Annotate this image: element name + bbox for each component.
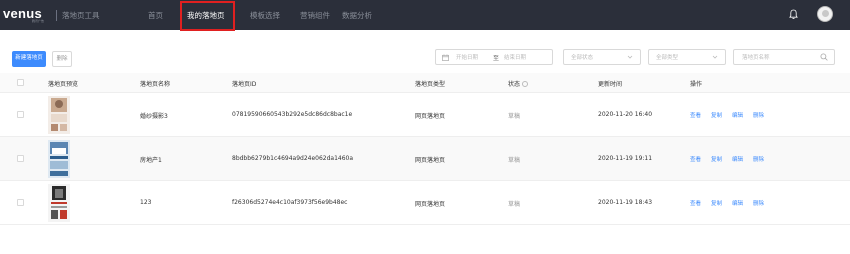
- view-link[interactable]: 查看: [690, 199, 701, 207]
- date-end-input[interactable]: 结束日期: [504, 53, 526, 61]
- landing-page-type: 网页落地页: [415, 201, 446, 208]
- landing-page-thumbnail[interactable]: [48, 140, 70, 178]
- table-row: 房地产1 8bdbb6279b1c4694a9d24e062da1460a 网页…: [0, 137, 850, 181]
- product-name: 落地页工具: [62, 11, 100, 20]
- row-checkbox[interactable]: [17, 155, 24, 162]
- top-navbar: venus 腾讯广告 落地页工具 首页 我的落地页 模板选择 营销组件 数据分析: [0, 0, 850, 30]
- search-icon[interactable]: [820, 53, 828, 61]
- nav-item-marketing-components[interactable]: 营销组件: [300, 10, 330, 21]
- updated-time: 2020-11-20 16:40: [598, 111, 653, 118]
- calendar-icon: [442, 54, 449, 61]
- status-text: 草稿: [508, 113, 521, 120]
- landing-page-name: 婚纱摄影3: [140, 113, 168, 120]
- delete-link[interactable]: 删除: [753, 155, 764, 163]
- landing-page-id: 8bdbb6279b1c4694a9d24e062da1460a: [232, 155, 354, 162]
- logo-divider: [56, 10, 57, 21]
- edit-link[interactable]: 编辑: [732, 155, 743, 163]
- status-text: 草稿: [508, 157, 521, 164]
- column-header-actions: 操作: [690, 81, 703, 88]
- updated-time: 2020-11-19 19:11: [598, 155, 653, 162]
- nav-item-home[interactable]: 首页: [148, 10, 163, 21]
- copy-link[interactable]: 复制: [711, 199, 722, 207]
- landing-page-name: 房地产1: [140, 157, 162, 164]
- landing-page-thumbnail[interactable]: [48, 96, 70, 134]
- type-select-value: 全部类型: [656, 55, 679, 61]
- status-select-value: 全部状态: [571, 55, 594, 61]
- copy-link[interactable]: 复制: [711, 111, 722, 119]
- nav-highlight-box: [180, 1, 235, 31]
- updated-time: 2020-11-19 18:43: [598, 199, 653, 206]
- search-input[interactable]: 落地页名称: [733, 49, 835, 65]
- info-icon: [522, 81, 529, 87]
- row-checkbox[interactable]: [17, 111, 24, 118]
- column-header-updated: 更新时间: [598, 81, 623, 88]
- search-placeholder: 落地页名称: [742, 55, 770, 61]
- table-row: 婚纱摄影3 07819590660543b292e5dc86dc8bac1e 网…: [0, 93, 850, 137]
- landing-page-id: f26306d5274e4c10af3973f56e9b48ec: [232, 199, 348, 206]
- date-start-input[interactable]: 开始日期: [456, 53, 478, 61]
- column-header-status: 状态: [508, 79, 529, 88]
- view-link[interactable]: 查看: [690, 155, 701, 163]
- column-header-name: 落地页名称: [140, 81, 171, 88]
- column-header-id: 落地页ID: [232, 81, 257, 88]
- column-header-preview: 落地页预览: [48, 81, 79, 88]
- landing-page-thumbnail[interactable]: [48, 184, 70, 222]
- landing-page-id: 07819590660543b292e5dc86dc8bac1e: [232, 111, 353, 118]
- copy-link[interactable]: 复制: [711, 155, 722, 163]
- new-landing-page-button[interactable]: 新建落地页: [12, 51, 46, 67]
- user-avatar[interactable]: [817, 6, 833, 22]
- select-all-checkbox[interactable]: [17, 79, 24, 86]
- column-header-type: 落地页类型: [415, 81, 446, 88]
- delete-link[interactable]: 删除: [753, 111, 764, 119]
- delete-link[interactable]: 删除: [753, 199, 764, 207]
- chevron-down-icon: [712, 55, 718, 59]
- nav-item-templates[interactable]: 模板选择: [250, 10, 280, 21]
- row-checkbox[interactable]: [17, 199, 24, 206]
- status-select[interactable]: 全部状态: [563, 49, 641, 65]
- status-text: 草稿: [508, 201, 521, 208]
- type-select[interactable]: 全部类型: [648, 49, 726, 65]
- date-range-picker[interactable]: 开始日期 至 结束日期: [435, 49, 553, 65]
- view-link[interactable]: 查看: [690, 111, 701, 119]
- chevron-down-icon: [627, 55, 633, 59]
- date-separator: 至: [493, 55, 500, 62]
- bell-icon[interactable]: [789, 9, 798, 20]
- logo-subtitle: 腾讯广告: [32, 19, 45, 23]
- edit-link[interactable]: 编辑: [732, 111, 743, 119]
- landing-page-name: 123: [140, 199, 152, 206]
- delete-button[interactable]: 删除: [52, 51, 72, 67]
- edit-link[interactable]: 编辑: [732, 199, 743, 207]
- table-header: 落地页预览 落地页名称 落地页ID 落地页类型 状态 更新时间 操作: [0, 73, 850, 93]
- table-row: 123 f26306d5274e4c10af3973f56e9b48ec 网页落…: [0, 181, 850, 225]
- nav-item-data-analysis[interactable]: 数据分析: [342, 10, 372, 21]
- landing-page-type: 网页落地页: [415, 113, 446, 120]
- landing-page-type: 网页落地页: [415, 157, 446, 164]
